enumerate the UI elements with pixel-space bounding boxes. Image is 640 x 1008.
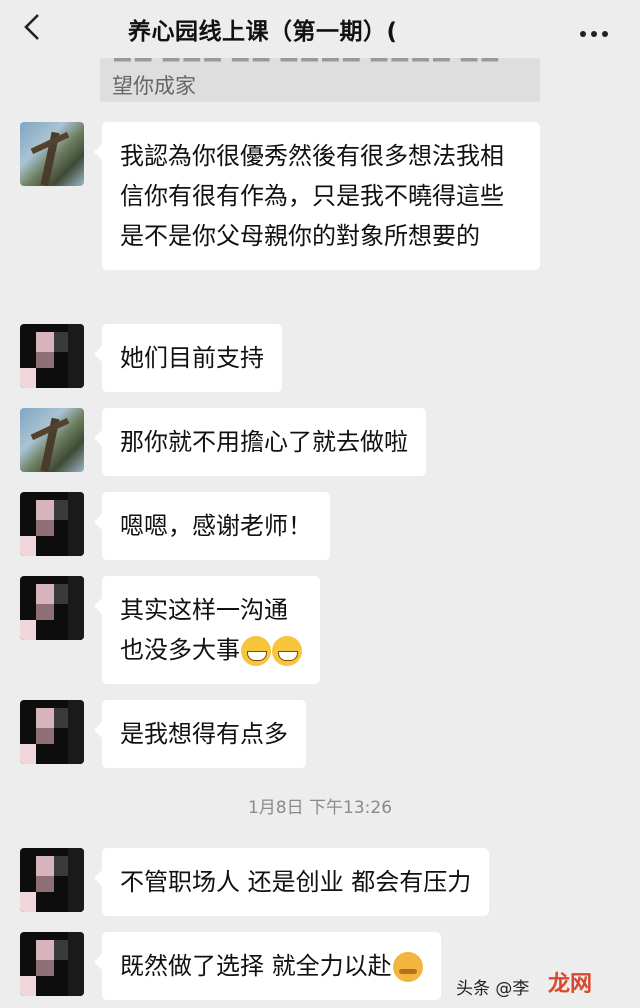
message-text: 是我想得有点多 <box>120 720 288 748</box>
avatar-student[interactable] <box>20 324 84 388</box>
chevron-left-icon <box>24 14 39 40</box>
message-bubble[interactable]: 既然做了选择 就全力以赴 <box>94 932 441 1000</box>
message-text-line: 也没多大事 <box>120 636 240 664</box>
quoted-message[interactable]: ▬▬ ▬▬▬ ▬▬ ▬▬▬▬ ▬▬▬▬ ▬▬ 望你成家 <box>100 58 540 102</box>
avatar-student[interactable] <box>20 576 84 640</box>
message-text: 我認為你很優秀然後有很多想法我相信你有很有作為，只是我不曉得這些是不是你父母親你… <box>120 142 504 250</box>
thinking-emoji-icon <box>392 952 423 982</box>
more-dots-icon <box>580 31 586 37</box>
avatar-student[interactable] <box>20 848 84 912</box>
avatar-teacher[interactable] <box>20 408 84 472</box>
message-bubble[interactable]: 其实这样一沟通 也没多大事 <box>94 576 320 684</box>
grin-emoji-icon <box>272 636 302 666</box>
message-bubble[interactable]: 那你就不用擔心了就去做啦 <box>94 408 426 476</box>
avatar-teacher[interactable] <box>20 122 84 186</box>
message-bubble[interactable]: 嗯嗯，感谢老师！ <box>94 492 330 560</box>
message-text: 那你就不用擔心了就去做啦 <box>120 428 408 456</box>
message-text: 嗯嗯，感谢老师！ <box>120 512 312 540</box>
message-bubble[interactable]: 不管职场人 还是创业 都会有压力 <box>93 848 490 916</box>
avatar-student[interactable] <box>20 932 84 996</box>
message-bubble[interactable]: 我認為你很優秀然後有很多想法我相信你有很有作為，只是我不曉得這些是不是你父母親你… <box>94 122 540 270</box>
chat-title: 养心园线上课（第一期）( <box>128 19 398 45</box>
timestamp: 1月8日 下午13:26 <box>247 798 393 818</box>
message-bubble[interactable]: 是我想得有点多 <box>94 700 306 768</box>
quoted-message-cut-line: ▬▬ ▬▬▬ ▬▬ ▬▬▬▬ ▬▬▬▬ ▬▬ <box>112 58 500 69</box>
back-button[interactable] <box>18 12 48 42</box>
message-text: 既然做了选择 就全力以赴 <box>120 952 392 980</box>
message-text: 不管职场人 还是创业 都会有压力 <box>120 868 472 896</box>
message-text: 她们目前支持 <box>120 344 264 372</box>
watermark-logo: 龙网 <box>548 972 593 997</box>
grin-emoji-icon <box>241 636 271 666</box>
avatar-student[interactable] <box>20 700 84 764</box>
message-bubble[interactable]: 她们目前支持 <box>94 324 282 392</box>
message-text-line: 其实这样一沟通 <box>120 596 288 624</box>
avatar-student[interactable] <box>20 492 84 556</box>
watermark-text: 头条 @李 <box>456 979 530 999</box>
chat-header: 养心园线上课（第一期）( <box>0 0 640 56</box>
more-button[interactable] <box>580 22 620 37</box>
quoted-message-text: 望你成家 <box>112 74 196 98</box>
